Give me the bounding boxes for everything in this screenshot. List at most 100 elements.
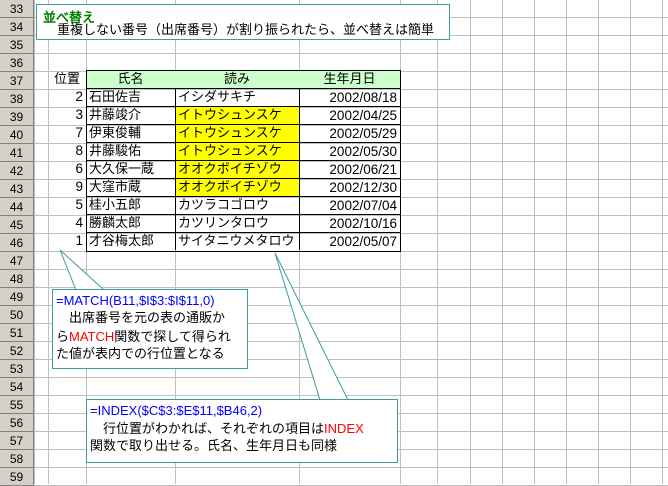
match-line2-pre: ら	[56, 330, 70, 345]
position-cell[interactable]: 6	[48, 160, 86, 178]
row-gridline	[34, 395, 668, 396]
header-reading[interactable]: 読み	[175, 70, 299, 89]
row-header[interactable]: 38	[0, 90, 34, 108]
match-line1: 出席番号を元の表の通販か	[69, 311, 226, 326]
name-cell[interactable]: 伊東俊輔	[86, 124, 175, 142]
index-line1: 行位置がわかれば、それぞれの項目はINDEX	[103, 419, 364, 439]
row-header[interactable]: 49	[0, 288, 34, 306]
position-cell[interactable]: 1	[48, 232, 86, 250]
match-callout-pointer	[59, 249, 106, 291]
birthdate-cell[interactable]: 2002/06/21	[299, 160, 400, 178]
column-gridline	[34, 0, 35, 484]
position-cell[interactable]: 3	[48, 106, 86, 124]
row-header[interactable]: 54	[0, 378, 34, 396]
reading-cell[interactable]: イトウシュンスケ	[175, 124, 299, 142]
match-line3: た値が表内での行位置となる	[56, 347, 225, 362]
row-header[interactable]: 51	[0, 324, 34, 342]
row-header[interactable]: 34	[0, 18, 34, 36]
match-line2-post: 関数で探して得られ	[114, 330, 231, 345]
row-header[interactable]: 58	[0, 450, 34, 468]
match-keyword: MATCH	[69, 329, 115, 344]
header-name[interactable]: 氏名	[86, 70, 175, 89]
row-gridline	[34, 251, 668, 252]
index-line2: 関数で取り出せる。氏名、生年月日も同様	[90, 439, 338, 454]
match-line2: らMATCH関数で探して得られ	[56, 327, 231, 347]
row-header[interactable]: 36	[0, 54, 34, 72]
reading-cell[interactable]: イトウシュンスケ	[175, 106, 299, 124]
row-header[interactable]: 53	[0, 360, 34, 378]
column-gridline	[470, 0, 471, 484]
position-cell[interactable]: 2	[48, 88, 86, 106]
name-cell[interactable]: 石田佐吉	[86, 88, 175, 106]
reading-cell[interactable]: オオクボイチゾウ	[175, 178, 299, 196]
column-gridline	[598, 0, 599, 484]
row-header[interactable]: 41	[0, 144, 34, 162]
row-header[interactable]: 42	[0, 162, 34, 180]
row-header[interactable]: 56	[0, 414, 34, 432]
name-cell[interactable]: 桂小五郎	[86, 196, 175, 214]
column-gridline	[437, 0, 438, 484]
row-header[interactable]: 33	[0, 0, 34, 18]
row-header[interactable]: 43	[0, 180, 34, 198]
title-textbox[interactable]: 並べ替え 重複しない番号（出席番号）が割り振られたら、並べ替えは簡単	[36, 4, 450, 40]
birthdate-cell[interactable]: 2002/04/25	[299, 106, 400, 124]
column-gridline	[502, 0, 503, 484]
row-gridline	[34, 467, 668, 468]
reading-cell[interactable]: カツラコゴロウ	[175, 196, 299, 214]
reading-cell[interactable]: サイタニウメタロウ	[175, 232, 299, 250]
column-gridline	[566, 0, 567, 484]
birthdate-cell[interactable]: 2002/05/07	[299, 232, 400, 250]
index-keyword: INDEX	[324, 421, 364, 436]
position-cell[interactable]: 4	[48, 214, 86, 232]
header-birthdate[interactable]: 生年月日	[299, 70, 400, 89]
reading-cell[interactable]: オオクボイチゾウ	[175, 160, 299, 178]
column-gridline	[534, 0, 535, 484]
row-header[interactable]: 50	[0, 306, 34, 324]
reading-cell[interactable]: カツリンタロウ	[175, 214, 299, 232]
row-gridline	[34, 269, 668, 270]
name-cell[interactable]: 井藤竣介	[86, 106, 175, 124]
column-gridline	[630, 0, 631, 484]
index-line1-pre: 行位置がわかれば、それぞれの項目は	[103, 422, 325, 437]
row-header[interactable]: 35	[0, 36, 34, 54]
row-header[interactable]: 46	[0, 234, 34, 252]
position-cell[interactable]: 9	[48, 178, 86, 196]
match-callout[interactable]: =MATCH(B11,$I$3:$I$11,0) 出席番号を元の表の通販か らM…	[52, 289, 248, 369]
row-header[interactable]: 57	[0, 432, 34, 450]
birthdate-cell[interactable]: 2002/05/30	[299, 142, 400, 160]
column-gridline	[662, 0, 663, 484]
index-callout[interactable]: =INDEX($C$3:$E$11,$B46,2) 行位置がわかれば、それぞれの…	[86, 399, 398, 463]
row-header[interactable]: 45	[0, 216, 34, 234]
reading-cell[interactable]: イシダサキチ	[175, 88, 299, 106]
birthdate-cell[interactable]: 2002/10/16	[299, 214, 400, 232]
row-header[interactable]: 37	[0, 72, 34, 90]
name-cell[interactable]: 井藤駿佑	[86, 142, 175, 160]
row-header[interactable]: 52	[0, 342, 34, 360]
match-formula: =MATCH(B11,$I$3:$I$11,0)	[56, 293, 215, 308]
birthdate-cell[interactable]: 2002/12/30	[299, 178, 400, 196]
title-description: 重複しない番号（出席番号）が割り振られたら、並べ替えは簡単	[57, 23, 435, 38]
birthdate-cell[interactable]: 2002/07/04	[299, 196, 400, 214]
name-cell[interactable]: 勝麟太郎	[86, 214, 175, 232]
row-header[interactable]: 55	[0, 396, 34, 414]
index-formula: =INDEX($C$3:$E$11,$B46,2)	[90, 403, 263, 418]
position-cell[interactable]: 5	[48, 196, 86, 214]
birthdate-cell[interactable]: 2002/08/18	[299, 88, 400, 106]
position-cell[interactable]: 7	[48, 124, 86, 142]
name-cell[interactable]: 大窪市蔵	[86, 178, 175, 196]
name-cell[interactable]: 才谷梅太郎	[86, 232, 175, 250]
row-header[interactable]: 40	[0, 126, 34, 144]
row-header[interactable]: 59	[0, 468, 34, 486]
spreadsheet[interactable]: 33 34 35 36 37 38 39 40 41 42 43 44 45 46 47 48 49 50 51 52…	[0, 0, 668, 486]
row-header[interactable]: 48	[0, 270, 34, 288]
position-cell[interactable]: 8	[48, 142, 86, 160]
row-header[interactable]: 44	[0, 198, 34, 216]
row-header[interactable]: 39	[0, 108, 34, 126]
position-header[interactable]: 位置	[48, 70, 86, 89]
birthdate-cell[interactable]: 2002/05/29	[299, 124, 400, 142]
column-gridline	[400, 0, 401, 484]
reading-cell[interactable]: イトウシュンスケ	[175, 142, 299, 160]
name-cell[interactable]: 大久保一蔵	[86, 160, 175, 178]
row-header[interactable]: 47	[0, 252, 34, 270]
row-gridline	[34, 377, 668, 378]
